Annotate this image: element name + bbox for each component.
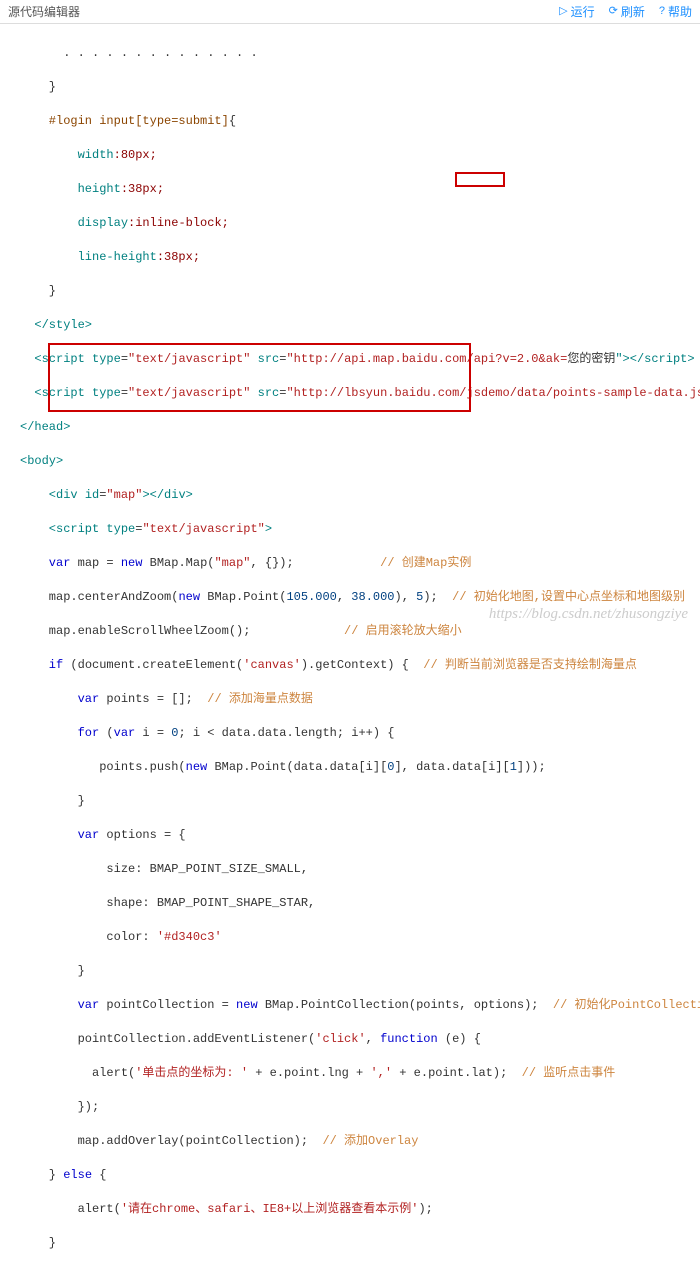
code-line: </head> bbox=[20, 419, 692, 436]
code-line: map.addOverlay(pointCollection); // 添加Ov… bbox=[20, 1133, 692, 1150]
code-line: } bbox=[20, 1235, 692, 1252]
code-editor[interactable]: . . . . . . . . . . . . . . } #login inp… bbox=[0, 24, 700, 1266]
code-line: var pointCollection = new BMap.PointColl… bbox=[20, 997, 692, 1014]
code-line: map.centerAndZoom(new BMap.Point(105.000… bbox=[20, 589, 692, 606]
run-button[interactable]: ▷ 运行 bbox=[559, 3, 594, 20]
code-line: points.push(new BMap.Point(data.data[i][… bbox=[20, 759, 692, 776]
code-line: var points = []; // 添加海量点数据 bbox=[20, 691, 692, 708]
code-line: #login input[type=submit]{ bbox=[20, 113, 692, 130]
code-line: width:80px; bbox=[20, 147, 692, 164]
code-line: <script type="text/javascript"> bbox=[20, 521, 692, 538]
code-line: map.enableScrollWheelZoom(); // 启用滚轮放大缩小 bbox=[20, 623, 692, 640]
code-line: shape: BMAP_POINT_SHAPE_STAR, bbox=[20, 895, 692, 912]
code-line: } bbox=[20, 793, 692, 810]
code-line: pointCollection.addEventListener('click'… bbox=[20, 1031, 692, 1048]
titlebar: 源代码编辑器 ▷ 运行 ⟳ 刷新 ? 帮助 bbox=[0, 0, 700, 24]
help-button[interactable]: ? 帮助 bbox=[659, 3, 692, 20]
question-icon: ? bbox=[659, 6, 665, 17]
code-line: line-height:38px; bbox=[20, 249, 692, 266]
code-line: if (document.createElement('canvas').get… bbox=[20, 657, 692, 674]
code-line: alert('请在chrome、safari、IE8+以上浏览器查看本示例'); bbox=[20, 1201, 692, 1218]
refresh-icon: ⟳ bbox=[609, 6, 618, 17]
code-line: <script type="text/javascript" src="http… bbox=[20, 385, 692, 402]
api-key-placeholder: 您的密钥 bbox=[567, 352, 615, 366]
code-line: color: '#d340c3' bbox=[20, 929, 692, 946]
code-line: <script type="text/javascript" src="http… bbox=[20, 351, 692, 368]
code-line: size: BMAP_POINT_SIZE_SMALL, bbox=[20, 861, 692, 878]
code-line: } bbox=[20, 283, 692, 300]
editor-title: 源代码编辑器 bbox=[8, 3, 80, 20]
run-label: 运行 bbox=[571, 3, 595, 20]
refresh-label: 刷新 bbox=[621, 3, 645, 20]
code-line: <body> bbox=[20, 453, 692, 470]
code-line: display:inline-block; bbox=[20, 215, 692, 232]
refresh-button[interactable]: ⟳ 刷新 bbox=[609, 3, 645, 20]
help-label: 帮助 bbox=[668, 3, 692, 20]
code-line: </style> bbox=[20, 317, 692, 334]
code-line: } bbox=[20, 79, 692, 96]
play-icon: ▷ bbox=[559, 6, 567, 17]
code-line: }); bbox=[20, 1099, 692, 1116]
code-line: height:38px; bbox=[20, 181, 692, 198]
code-line: alert('单击点的坐标为: ' + e.point.lng + ',' + … bbox=[20, 1065, 692, 1082]
code-line: <div id="map"></div> bbox=[20, 487, 692, 504]
code-line: var options = { bbox=[20, 827, 692, 844]
code-line: var map = new BMap.Map("map", {}); // 创建… bbox=[20, 555, 692, 572]
code-line: } bbox=[20, 963, 692, 980]
code-line: . . . . . . . . . . . . . . bbox=[20, 45, 692, 62]
code-line: for (var i = 0; i < data.data.length; i+… bbox=[20, 725, 692, 742]
code-line: } else { bbox=[20, 1167, 692, 1184]
